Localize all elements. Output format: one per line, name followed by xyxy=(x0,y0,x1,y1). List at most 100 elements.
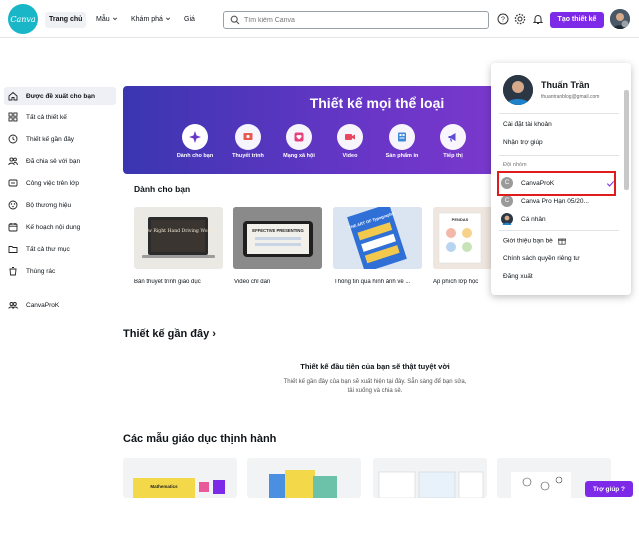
team-avatar xyxy=(501,213,513,225)
menu-account-settings[interactable]: Cài đặt tài khoản xyxy=(503,121,552,128)
nav-pricing[interactable]: Giá xyxy=(180,12,199,28)
nav-discover[interactable]: Khám phá xyxy=(127,12,175,28)
heart-icon xyxy=(286,124,312,150)
avatar-photo xyxy=(610,9,630,29)
sidebar-item-label: Thiết kế gần đây xyxy=(26,135,75,143)
sidebar: Được đề xuất cho bạn Tất cả thiết kế Thi… xyxy=(0,38,118,498)
worksheet-thumbnail xyxy=(373,458,487,498)
sidebar-item-all-designs[interactable]: Tất cả thiết kế xyxy=(4,108,116,126)
trending-template-card[interactable]: Mathematics xyxy=(123,458,237,498)
recent-designs-title[interactable]: Thiết kế gần đây › xyxy=(123,328,216,340)
sidebar-item-label: Tất cả thư mục xyxy=(26,245,70,253)
search-bar[interactable] xyxy=(223,11,489,29)
category-print-products[interactable]: Sản phẩm in xyxy=(374,124,430,159)
menu-divider xyxy=(499,230,619,231)
template-card-classroom-poster[interactable]: PENDAS xyxy=(433,207,493,269)
personal-avatar-photo xyxy=(502,215,512,225)
sidebar-item-label: CanvaProK xyxy=(26,301,60,309)
sidebar-item-team[interactable]: CanvaProK xyxy=(4,296,116,314)
sidebar-item-classwork[interactable]: Công việc trên lớp xyxy=(4,174,116,192)
sidebar-item-label: Tất cả thiết kế xyxy=(26,113,67,121)
sidebar-item-label: Bộ thương hiệu xyxy=(26,201,72,209)
for-you-title: Dành cho bạn xyxy=(134,184,191,194)
menu-scrollbar[interactable] xyxy=(624,90,629,190)
selection-highlight-box xyxy=(497,171,616,196)
team-item-personal[interactable]: Cá nhân xyxy=(501,212,619,226)
category-video[interactable]: Video xyxy=(322,124,378,159)
category-presentations[interactable]: Thuyết trình xyxy=(220,124,276,159)
template-card-tutorial-video[interactable]: EFFECTIVE PRESENTING xyxy=(233,207,322,269)
poster-thumbnail: PENDAS xyxy=(433,207,493,269)
sidebar-item-shared[interactable]: Đã chia sẻ với bạn xyxy=(4,152,116,170)
category-label: Dành cho bạn xyxy=(176,153,214,159)
avatar-photo xyxy=(503,75,533,105)
team-icon xyxy=(8,302,18,309)
template-card-caption: Thông tin qua hình ảnh về ... xyxy=(334,279,411,285)
trash-icon xyxy=(9,267,17,276)
menu-privacy-policy[interactable]: Chính sách quyền riêng tư xyxy=(503,255,580,262)
template-card-infographic[interactable]: THE ART OF Typography xyxy=(333,207,422,269)
infographic-thumbnail: THE ART OF Typography xyxy=(333,207,422,269)
top-bar: Canva Trang chủ Mẫu Khám phá Giá ? Tạo t… xyxy=(0,0,639,38)
menu-divider xyxy=(499,113,619,114)
team-avatar: C xyxy=(501,195,513,207)
clock-icon xyxy=(8,134,18,144)
category-label: Video xyxy=(342,153,358,159)
category-social-media[interactable]: Mạng xã hội xyxy=(271,124,327,159)
category-label: Mạng xã hội xyxy=(283,153,315,159)
category-label: Thuyết trình xyxy=(232,153,264,159)
sidebar-item-brand-kit[interactable]: Bộ thương hiệu xyxy=(4,196,116,214)
account-avatar[interactable] xyxy=(610,9,630,29)
search-input[interactable] xyxy=(244,13,484,27)
sidebar-item-trash[interactable]: Thùng rác xyxy=(4,262,116,280)
grid-icon xyxy=(8,112,18,122)
empty-state-description: Thiết kế gần đây của bạn sẽ xuất hiện tạ… xyxy=(283,379,467,394)
nav-templates-label: Mẫu xyxy=(96,16,110,23)
create-design-button[interactable]: Tạo thiết kế xyxy=(550,12,604,28)
empty-state-title: Thiết kế đầu tiên của bạn sẽ thật tuyệt … xyxy=(300,362,450,371)
chevron-down-icon xyxy=(165,17,170,21)
category-label: Sản phẩm in xyxy=(385,153,419,159)
sidebar-item-label: Thùng rác xyxy=(26,267,56,275)
thumbnail-text: EFFECTIVE PRESENTING xyxy=(252,228,303,233)
category-for-you[interactable]: Dành cho bạn xyxy=(167,124,223,159)
sidebar-item-label: Đã chia sẻ với bạn xyxy=(26,157,81,165)
sidebar-item-recent[interactable]: Thiết kế gần đây xyxy=(4,130,116,148)
template-card-edu-presentation[interactable]: How Right Hand Driving Works xyxy=(134,207,223,269)
canva-logo[interactable]: Canva xyxy=(8,4,38,34)
trending-template-card[interactable] xyxy=(373,458,487,498)
video-icon xyxy=(337,124,363,150)
nav-home[interactable]: Trang chủ xyxy=(45,12,87,28)
phone-thumbnail: EFFECTIVE PRESENTING xyxy=(233,207,322,269)
megaphone-icon xyxy=(440,124,466,150)
sidebar-item-content-planner[interactable]: Kế hoạch nội dung xyxy=(4,218,116,236)
menu-logout[interactable]: Đăng xuất xyxy=(503,273,533,280)
sidebar-item-all-folders[interactable]: Tất cả thư mục xyxy=(4,240,116,258)
sidebar-item-recommended[interactable]: Được đề xuất cho bạn xyxy=(4,87,116,105)
team-name: Canva Pro Hạn 05/20... xyxy=(521,197,589,205)
settings-icon[interactable] xyxy=(514,13,526,25)
calendar-icon xyxy=(8,223,18,232)
help-icon[interactable]: ? xyxy=(497,13,509,25)
account-name: Thuấn Trần xyxy=(541,80,590,90)
nav-templates[interactable]: Mẫu xyxy=(92,12,122,28)
team-item-canva-pro[interactable]: C Canva Pro Hạn 05/20... xyxy=(501,194,619,208)
print-icon xyxy=(389,124,415,150)
trending-template-card[interactable] xyxy=(247,458,361,498)
category-marketing[interactable]: Tiếp thị xyxy=(425,124,481,159)
menu-refer-friends[interactable]: Giới thiệu bạn bè xyxy=(503,237,566,245)
help-button[interactable]: Trợ giúp ? xyxy=(585,481,633,497)
gift-icon xyxy=(557,238,566,245)
people-icon xyxy=(8,157,18,166)
team-name: Cá nhân xyxy=(521,215,546,223)
laptop-thumbnail: How Right Hand Driving Works xyxy=(134,207,223,269)
menu-get-help[interactable]: Nhận trợ giúp xyxy=(503,139,543,146)
template-card-caption: Áp phích lớp học xyxy=(433,279,479,285)
bell-icon[interactable] xyxy=(532,13,544,25)
nav-discover-label: Khám phá xyxy=(131,16,163,23)
math-thumbnail: Mathematics xyxy=(123,458,237,498)
svg-text:?: ? xyxy=(501,17,505,24)
thumbnail-text: PENDAS xyxy=(452,217,469,222)
sidebar-item-label: Công việc trên lớp xyxy=(26,179,80,187)
trending-templates-title: Các mẫu giáo dục thịnh hành xyxy=(123,433,277,445)
